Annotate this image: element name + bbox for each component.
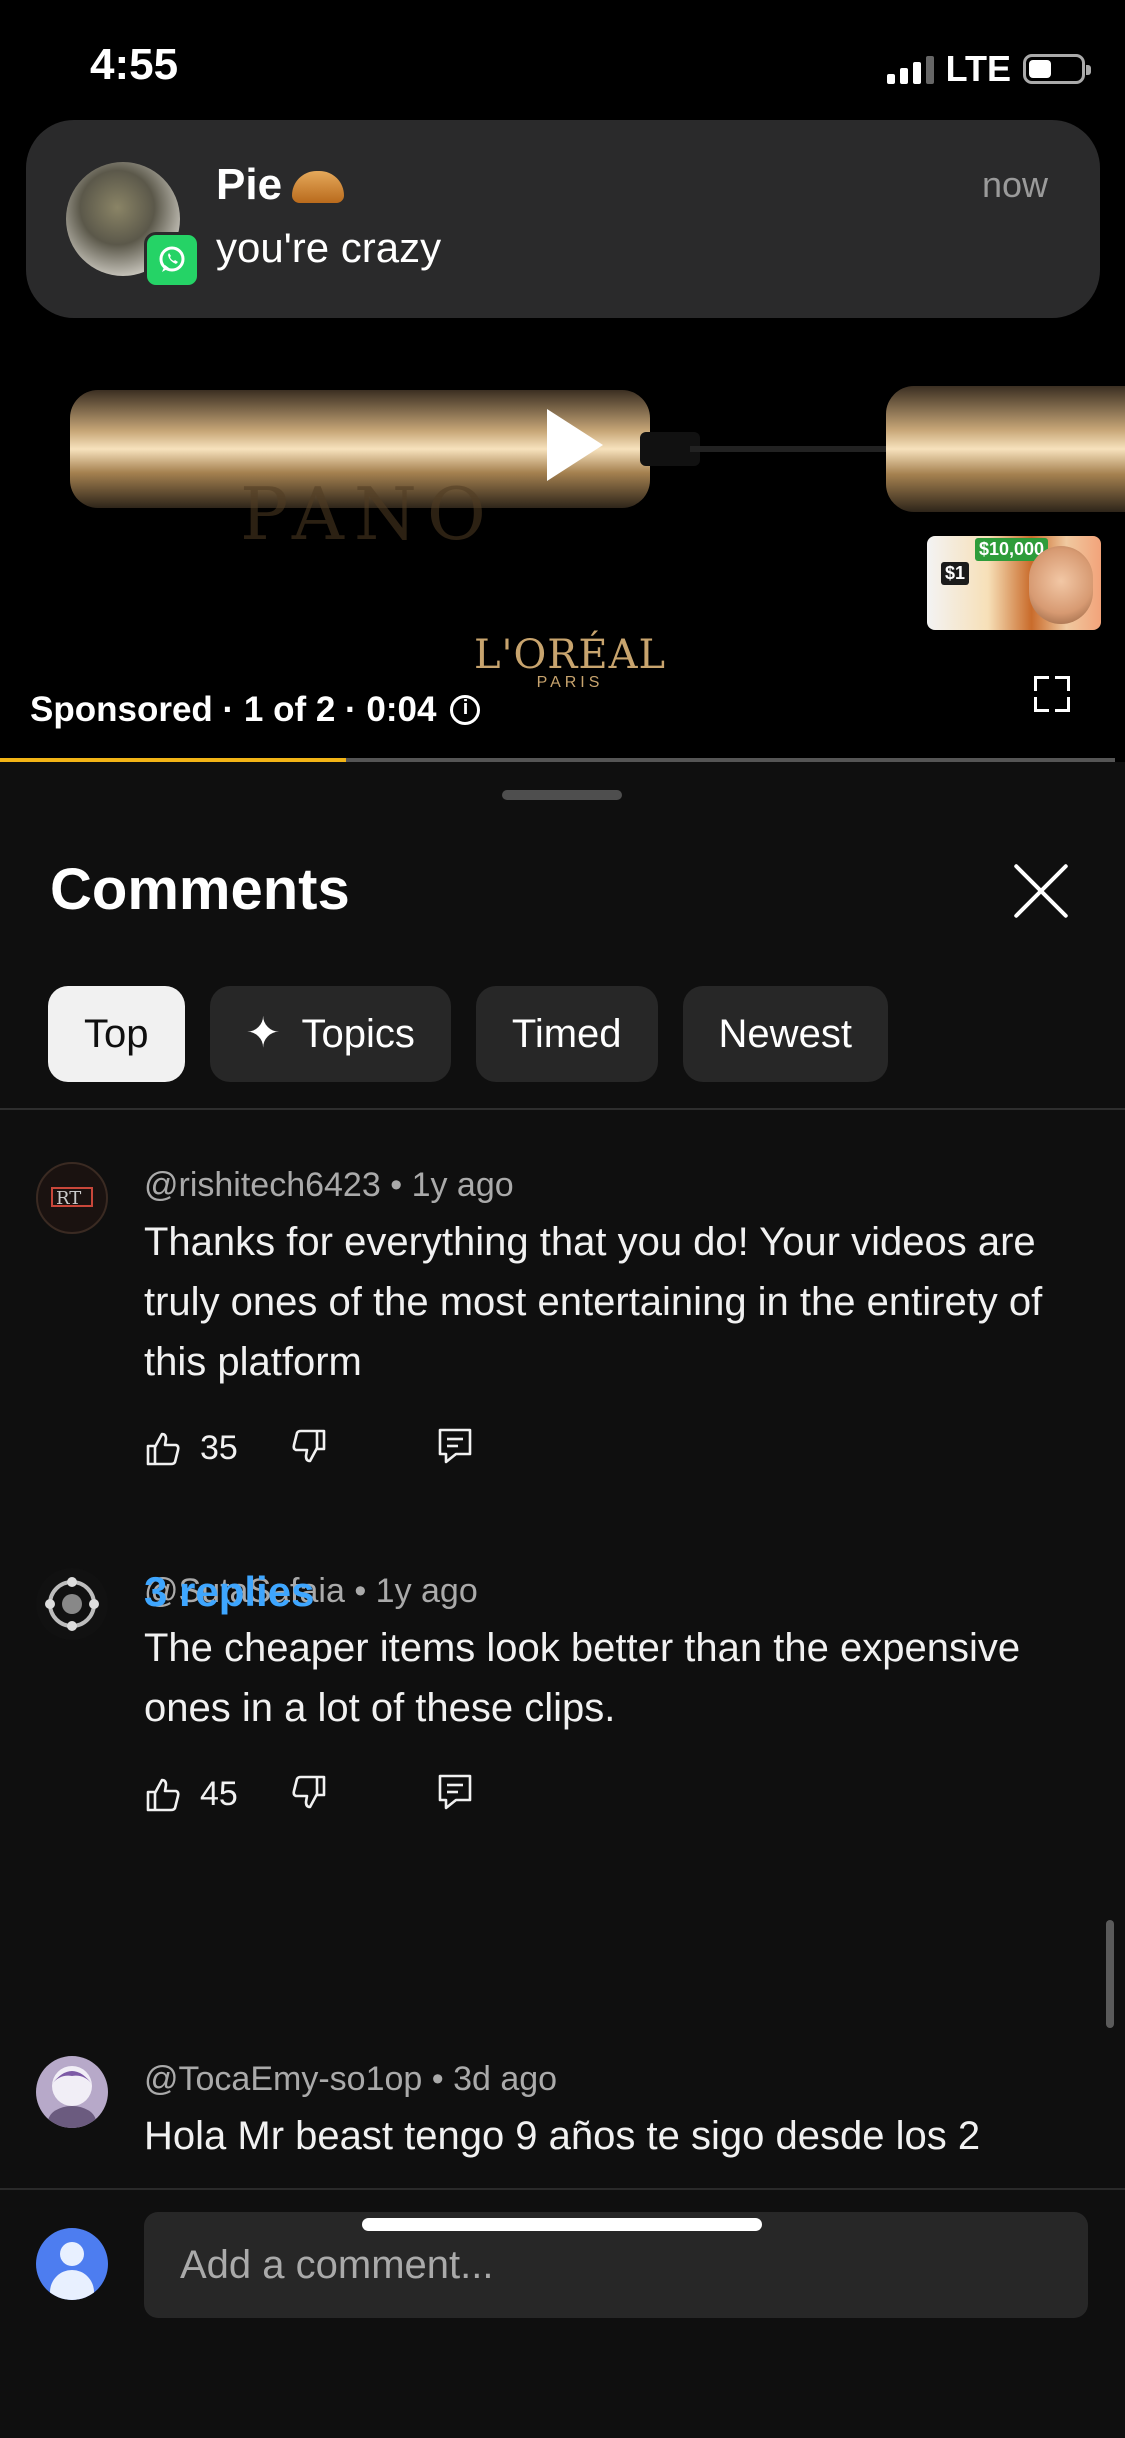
home-indicator[interactable]	[362, 2218, 762, 2231]
comment-text: Hola Mr beast tengo 9 años te sigo desde…	[144, 2114, 981, 2178]
mascara-tube-right	[886, 386, 1125, 512]
thumbs-up-icon	[146, 1778, 180, 1811]
chip-label: Newest	[718, 1011, 852, 1056]
video-player[interactable]: 4:55 LTE Pie you're crazy now PANO L'ORÉ…	[0, 0, 1125, 762]
status-time: 4:55	[90, 40, 179, 89]
thumbnail-price-low: $1	[941, 562, 970, 585]
like-button[interactable]: 45	[144, 1775, 238, 1814]
avatar[interactable]	[36, 1568, 108, 1640]
reply-button[interactable]	[436, 1772, 474, 1817]
ad-info: Sponsored · 1 of 2 · 0:04	[30, 690, 481, 730]
comment-age: 1y ago	[375, 1572, 478, 1610]
comment-text: The cheaper items look better than the e…	[144, 1626, 1021, 1730]
play-icon	[547, 409, 603, 481]
notification-body: you're crazy	[216, 224, 442, 271]
ad-progress-bar[interactable]	[0, 758, 1115, 762]
chip-label: Timed	[511, 1011, 622, 1056]
product-text: PANO	[240, 472, 496, 556]
comment-age: 3d ago	[453, 2060, 558, 2098]
fullscreen-icon[interactable]	[1034, 676, 1070, 712]
like-count: 45	[200, 1775, 238, 1813]
chip-top[interactable]: Top	[48, 986, 185, 1082]
dislike-button[interactable]	[290, 1427, 328, 1470]
comment-text: Thanks for everything that you do! Your …	[144, 1220, 1043, 1384]
chip-label: Topics	[301, 1011, 415, 1056]
thumbs-down-icon	[292, 1429, 326, 1463]
network-label: LTE	[945, 48, 1011, 89]
like-count: 35	[200, 1429, 238, 1467]
notification-title: Pie	[216, 160, 345, 210]
comment-actions: 45	[144, 1772, 474, 1817]
thumbnail-face	[1029, 546, 1093, 624]
chip-newest[interactable]: Newest	[682, 986, 888, 1082]
comment-author[interactable]: @rishitech6423	[144, 1166, 381, 1204]
info-icon[interactable]	[450, 695, 481, 725]
message-notification[interactable]: Pie you're crazy now	[26, 120, 1100, 318]
comments-sheet: Comments Top Topics Timed Newest RT @ris…	[0, 764, 1125, 2438]
sparkle-icon	[246, 1008, 286, 1057]
sort-chips: Top Topics Timed Newest	[48, 986, 888, 1082]
reply-icon	[438, 1774, 472, 1810]
thumbs-down-icon	[292, 1775, 326, 1809]
view-replies-link[interactable]: 3 replies	[144, 1568, 314, 1616]
avatar[interactable]: RT	[36, 1162, 108, 1234]
reply-button[interactable]	[436, 1426, 474, 1471]
dislike-button[interactable]	[290, 1773, 328, 1816]
scrollbar[interactable]	[1106, 1920, 1114, 2028]
notification-time: now	[981, 164, 1048, 205]
play-button[interactable]	[510, 370, 640, 520]
comment-actions: 35	[144, 1426, 474, 1471]
drag-handle[interactable]	[502, 790, 622, 800]
chip-topics[interactable]: Topics	[209, 986, 451, 1082]
chip-timed[interactable]: Timed	[475, 986, 658, 1082]
thumbs-up-icon	[146, 1432, 180, 1465]
up-next-thumbnail[interactable]: $1 $10,000	[927, 536, 1101, 630]
comments-title: Comments	[50, 857, 350, 922]
comment-author[interactable]: @TocaEmy-so1op	[144, 2060, 422, 2098]
chip-label: Top	[84, 1011, 149, 1056]
comment-meta: @TocaEmy-so1op • 3d ago	[144, 2060, 558, 2098]
comment-meta: @rishitech6423 • 1y ago	[144, 1166, 514, 1204]
status-bar: 4:55 LTE	[0, 0, 1125, 120]
signal-icon	[886, 54, 934, 84]
divider	[0, 1108, 1125, 1110]
avatar-initials: RT	[56, 1188, 81, 1209]
close-button[interactable]	[1008, 858, 1074, 924]
like-button[interactable]: 35	[144, 1429, 238, 1468]
comment-age: 1y ago	[411, 1166, 514, 1204]
comment-item: @TocaEmy-so1op • 3d ago Hola Mr beast te…	[0, 2056, 1125, 2178]
user-avatar-icon	[36, 2228, 108, 2300]
reply-icon	[438, 1428, 472, 1464]
brand-name: L'ORÉAL	[473, 632, 667, 678]
ad-sponsored-label: Sponsored · 1 of 2 · 0:04	[30, 690, 437, 729]
battery-icon	[1023, 54, 1091, 84]
brand-logo: L'ORÉAL PARIS	[470, 632, 670, 692]
pie-emoji-icon	[292, 171, 345, 204]
ad-progress-fill	[0, 758, 346, 762]
avatar[interactable]	[36, 2056, 108, 2128]
whatsapp-icon	[144, 232, 200, 288]
status-indicators: LTE	[886, 48, 1091, 90]
